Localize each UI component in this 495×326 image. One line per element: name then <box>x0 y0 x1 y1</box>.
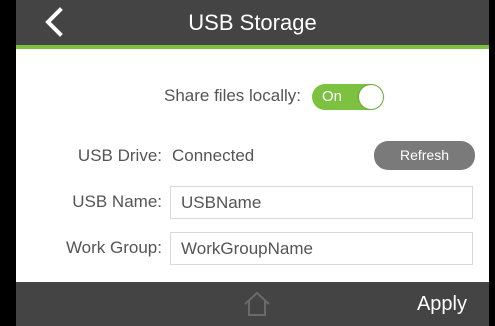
main-content: Share files locally: On USB Drive: Conne… <box>16 49 489 282</box>
work-group-label: Work Group: <box>65 238 162 257</box>
apply-button[interactable]: Apply <box>417 292 467 316</box>
refresh-button[interactable]: Refresh <box>374 141 475 170</box>
usb-drive-label: USB Drive: <box>77 146 162 165</box>
share-files-toggle[interactable]: On <box>312 84 384 110</box>
work-group-input[interactable] <box>170 232 473 265</box>
footer-bar: Apply <box>16 282 489 326</box>
share-files-label: Share files locally: <box>163 86 301 105</box>
home-button[interactable] <box>242 290 272 318</box>
header-bar: USB Storage <box>16 0 489 49</box>
usb-name-input[interactable] <box>170 186 473 219</box>
usb-name-label: USB Name: <box>72 192 162 211</box>
app-frame: USB Storage Share files locally: On USB … <box>16 0 489 326</box>
usb-drive-status: Connected <box>172 146 255 165</box>
home-icon <box>244 291 270 316</box>
toggle-knob <box>359 85 383 109</box>
page-title: USB Storage <box>188 10 317 35</box>
share-files-row: Share files locally: On <box>16 81 489 111</box>
toggle-state-text: On <box>322 88 343 105</box>
